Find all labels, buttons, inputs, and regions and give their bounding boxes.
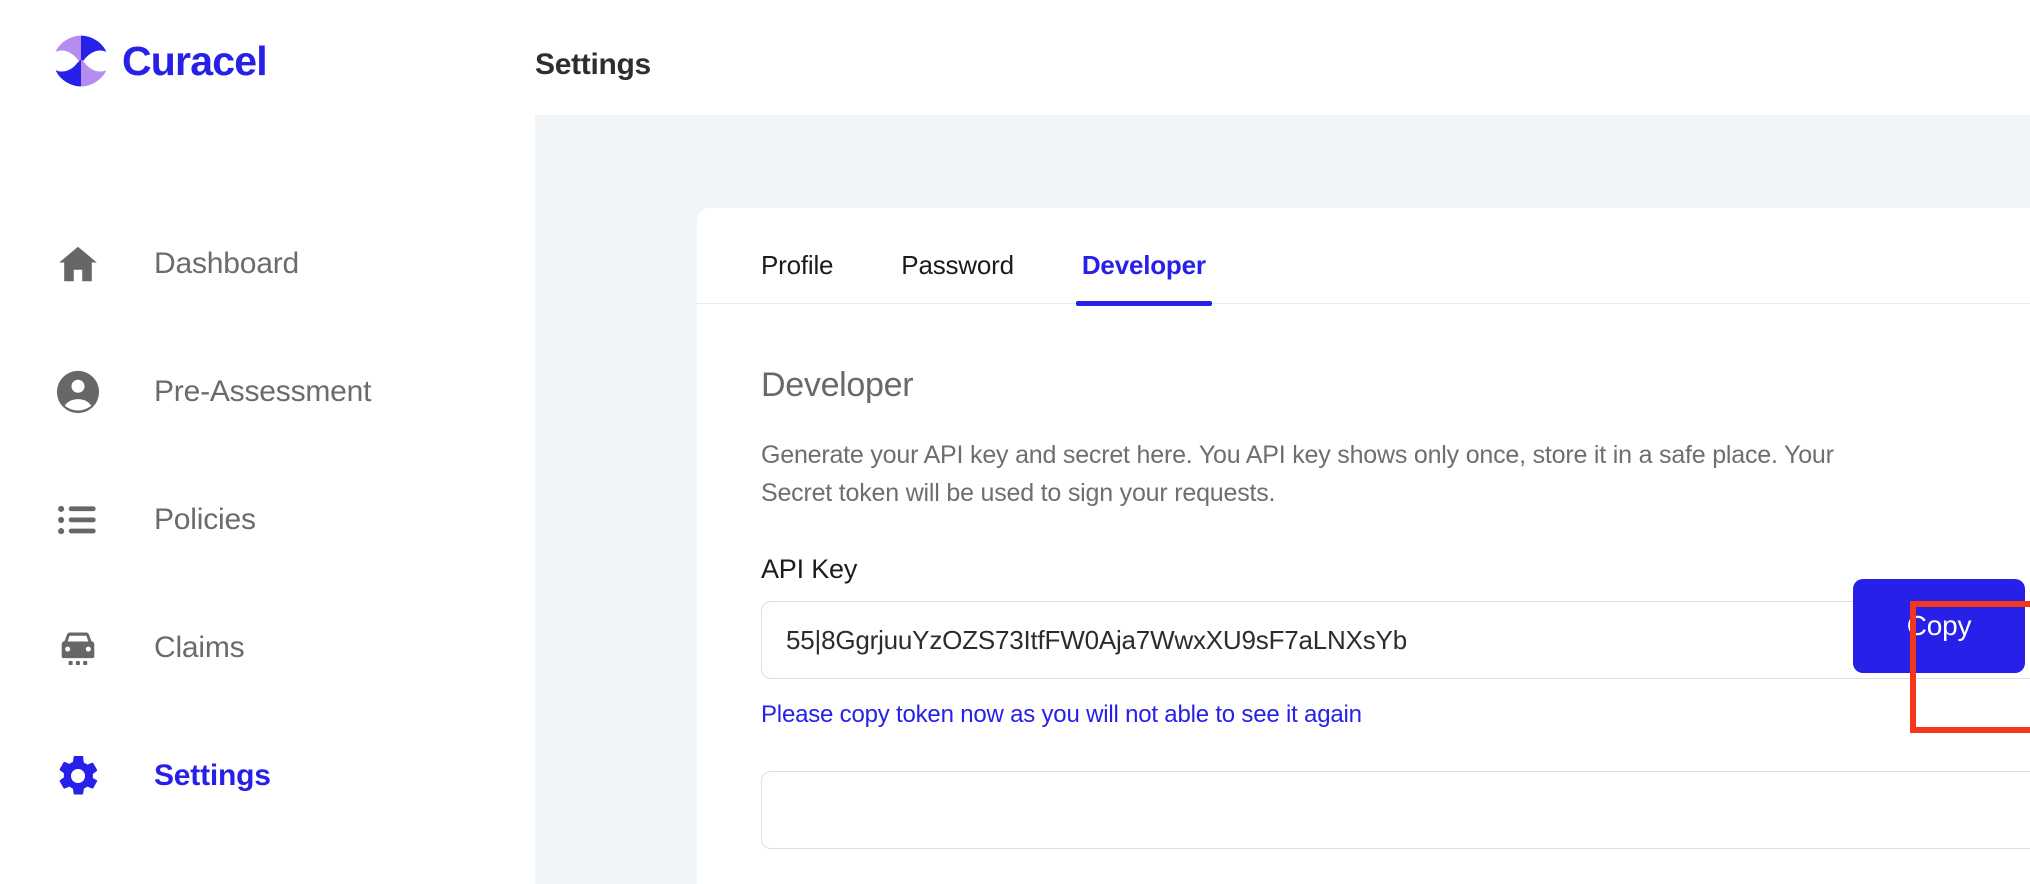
account-circle-icon bbox=[52, 366, 104, 418]
home-icon bbox=[52, 238, 104, 290]
sidebar-item-label: Dashboard bbox=[154, 247, 299, 280]
page-title: Settings bbox=[535, 48, 651, 81]
app-root: Curacel Dashboard Pre-Assessment Policie… bbox=[0, 0, 2030, 884]
tab-profile[interactable]: Profile bbox=[755, 250, 839, 303]
sidebar-item-policies[interactable]: Policies bbox=[0, 492, 535, 548]
sidebar-item-dashboard[interactable]: Dashboard bbox=[0, 236, 535, 292]
api-key-field-group: API Key Copy Please copy token now as yo… bbox=[761, 554, 2030, 729]
sidebar-item-label: Pre-Assessment bbox=[154, 375, 372, 408]
gear-icon bbox=[52, 750, 104, 802]
brand-logo[interactable]: Curacel bbox=[52, 32, 268, 90]
api-key-input-row: Copy bbox=[761, 579, 2030, 679]
tab-developer[interactable]: Developer bbox=[1075, 250, 1212, 306]
main-content: Settings Profile Password Developer Deve… bbox=[535, 0, 2030, 884]
developer-panel: Developer Generate your API key and secr… bbox=[697, 304, 2030, 849]
copy-button[interactable]: Copy bbox=[1853, 579, 2025, 673]
sidebar-item-pre-assessment[interactable]: Pre-Assessment bbox=[0, 364, 535, 420]
api-key-input[interactable] bbox=[761, 601, 2030, 679]
curacel-diamond-logo-icon bbox=[52, 32, 110, 90]
sidebar-item-label: Policies bbox=[154, 503, 256, 536]
car-icon bbox=[52, 622, 104, 674]
developer-description: Generate your API key and secret here. Y… bbox=[761, 441, 1834, 507]
sidebar-item-claims[interactable]: Claims bbox=[0, 620, 535, 676]
sidebar-item-settings[interactable]: Settings bbox=[0, 748, 535, 804]
settings-tabs: Profile Password Developer bbox=[697, 208, 2030, 306]
sidebar-item-label: Settings bbox=[154, 759, 271, 792]
page-body: Profile Password Developer Developer Gen… bbox=[535, 115, 2030, 884]
secret-token-field-group bbox=[761, 771, 2030, 849]
secret-token-input[interactable] bbox=[761, 771, 2030, 849]
api-key-hint: Please copy token now as you will not ab… bbox=[761, 701, 1362, 728]
developer-section-title: Developer bbox=[761, 366, 914, 404]
sidebar: Curacel Dashboard Pre-Assessment Policie… bbox=[0, 0, 535, 884]
sidebar-nav: Dashboard Pre-Assessment Policies Claims… bbox=[0, 236, 535, 804]
brand-name: Curacel bbox=[122, 37, 268, 84]
tab-password[interactable]: Password bbox=[895, 250, 1020, 303]
sidebar-item-label: Claims bbox=[154, 631, 245, 664]
secret-token-input-row bbox=[761, 771, 2030, 849]
settings-card: Profile Password Developer Developer Gen… bbox=[697, 208, 2030, 884]
api-key-label: API Key bbox=[761, 554, 858, 584]
bulleted-list-icon bbox=[52, 494, 104, 546]
